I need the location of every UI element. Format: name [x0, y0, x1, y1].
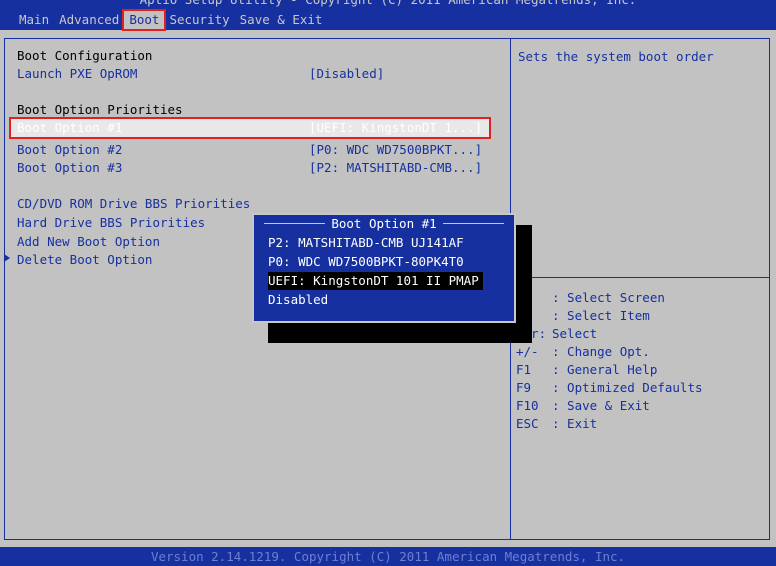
- key-label: ESC: [516, 416, 539, 431]
- key-label: +/-: [516, 344, 539, 359]
- menu-security[interactable]: Security: [164, 11, 234, 29]
- key-desc: : Select Item: [552, 308, 650, 323]
- boot-option-1-value: [UEFI: KingstonDT 1...]: [309, 120, 483, 135]
- popup-option[interactable]: P0: WDC WD7500BPKT-80PK4T0: [268, 253, 464, 271]
- popup-title: Boot Option #1: [325, 216, 443, 231]
- launch-pxe-label[interactable]: Launch PXE OpROM: [17, 65, 137, 83]
- cd-dvd-bbs-priorities-link[interactable]: CD/DVD ROM Drive BBS Priorities: [17, 195, 250, 213]
- title-bar: Aptio Setup Utility - Copyright (C) 2011…: [0, 0, 776, 31]
- key-desc: Select: [552, 326, 598, 341]
- menu-main[interactable]: Main: [14, 11, 54, 29]
- main-menu: Main Advanced Boot Security Save & Exit: [14, 9, 328, 31]
- boot-option-popup: Boot Option #1 P2: MATSHITABD-CMB UJ141A…: [252, 213, 516, 323]
- key-desc: : Select Screen: [552, 290, 665, 305]
- boot-option-3-value[interactable]: [P2: MATSHITABD-CMB...]: [309, 159, 482, 177]
- key-desc: : Save & Exit: [552, 398, 650, 413]
- boot-option-1-row[interactable]: Boot Option #1 [UEFI: KingstonDT 1...]: [9, 117, 491, 139]
- utility-title: Aptio Setup Utility - Copyright (C) 2011…: [0, 0, 776, 9]
- footer-bar: Version 2.14.1219. Copyright (C) 2011 Am…: [0, 547, 776, 566]
- menu-advanced[interactable]: Advanced: [54, 11, 124, 29]
- submenu-arrow-icon: [4, 254, 10, 262]
- boot-option-1-label: Boot Option #1: [17, 120, 123, 135]
- add-new-boot-option-link[interactable]: Add New Boot Option: [17, 233, 160, 251]
- section-boot-configuration: Boot Configuration: [17, 48, 153, 63]
- boot-option-3-label[interactable]: Boot Option #3: [17, 159, 122, 177]
- popup-option-selected[interactable]: UEFI: KingstonDT 101 II PMAP: [268, 272, 483, 290]
- menu-boot[interactable]: Boot: [122, 9, 167, 31]
- footer-version: Version 2.14.1219. Copyright (C) 2011 Am…: [150, 549, 626, 564]
- key-desc: : Change Opt.: [552, 344, 650, 359]
- popup-option[interactable]: Disabled: [268, 291, 328, 309]
- launch-pxe-value[interactable]: [Disabled]: [309, 65, 384, 83]
- key-label: F1: [516, 362, 532, 377]
- popup-title-wrap: Boot Option #1: [254, 215, 514, 233]
- delete-boot-option-link[interactable]: Delete Boot Option: [17, 251, 152, 269]
- boot-option-2-label[interactable]: Boot Option #2: [17, 141, 122, 159]
- key-desc: : General Help: [552, 362, 658, 377]
- boot-option-2-value[interactable]: [P0: WDC WD7500BPKT...]: [309, 141, 482, 159]
- key-desc: : Optimized Defaults: [552, 380, 703, 395]
- key-label: F10: [516, 398, 539, 413]
- section-boot-option-priorities: Boot Option Priorities: [17, 102, 183, 117]
- key-label: F9: [516, 380, 532, 395]
- help-description: Sets the system boot order: [518, 49, 714, 64]
- hard-drive-bbs-priorities-link[interactable]: Hard Drive BBS Priorities: [17, 214, 205, 232]
- popup-option[interactable]: P2: MATSHITABD-CMB UJ141AF: [268, 234, 464, 252]
- help-divider: [511, 277, 770, 278]
- key-desc: : Exit: [552, 416, 598, 431]
- menu-save-exit[interactable]: Save & Exit: [235, 11, 328, 29]
